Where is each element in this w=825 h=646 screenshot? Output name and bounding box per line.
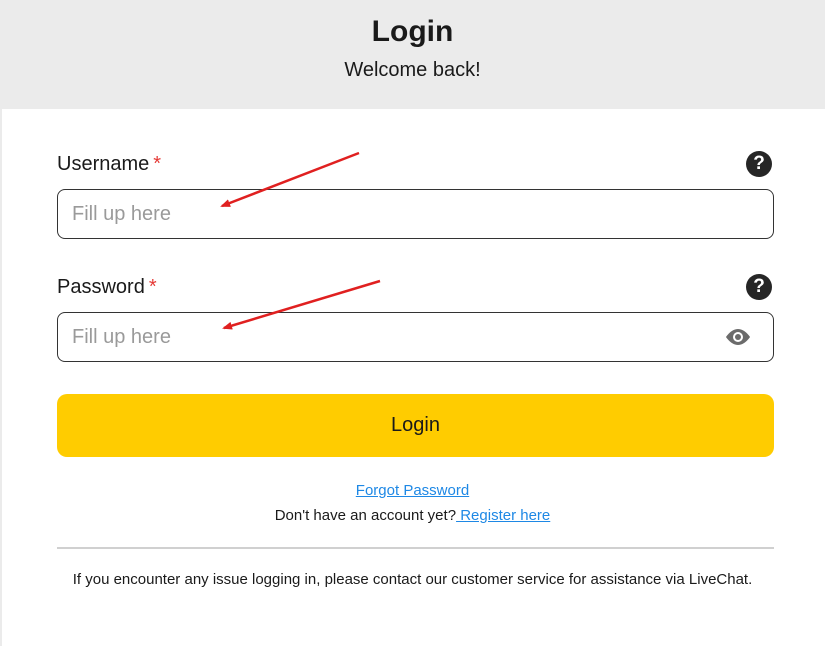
login-button[interactable]: Login xyxy=(57,394,774,457)
password-field[interactable] xyxy=(57,312,774,362)
username-label: Username * xyxy=(57,152,161,176)
eye-icon[interactable] xyxy=(723,326,753,348)
forgot-password-link[interactable]: Forgot Password xyxy=(356,482,469,499)
password-input[interactable] xyxy=(72,313,712,361)
register-row: Don't have an account yet? Register here xyxy=(0,507,825,524)
username-label-text: Username xyxy=(57,153,150,175)
divider xyxy=(57,547,774,549)
support-note: If you encounter any issue logging in, p… xyxy=(72,571,753,588)
page-subtitle: Welcome back! xyxy=(344,59,481,81)
page-header: Login Welcome back! xyxy=(0,0,825,109)
left-edge-strip xyxy=(0,109,2,646)
username-help-icon[interactable]: ? xyxy=(746,151,772,177)
page-title: Login xyxy=(371,15,454,48)
no-account-text: Don't have an account yet? xyxy=(274,507,457,524)
username-required-mark: * xyxy=(153,153,162,175)
password-required-mark: * xyxy=(148,276,157,298)
forgot-password-row: Forgot Password xyxy=(0,482,825,499)
username-field[interactable] xyxy=(57,189,774,239)
password-label-text: Password xyxy=(57,276,145,298)
password-label: Password * xyxy=(57,275,157,299)
login-page: Login Welcome back! Username* ? Password… xyxy=(0,0,825,646)
register-link[interactable]: Register here xyxy=(456,507,550,524)
password-help-icon[interactable]: ? xyxy=(746,274,772,300)
username-input[interactable] xyxy=(72,190,712,238)
